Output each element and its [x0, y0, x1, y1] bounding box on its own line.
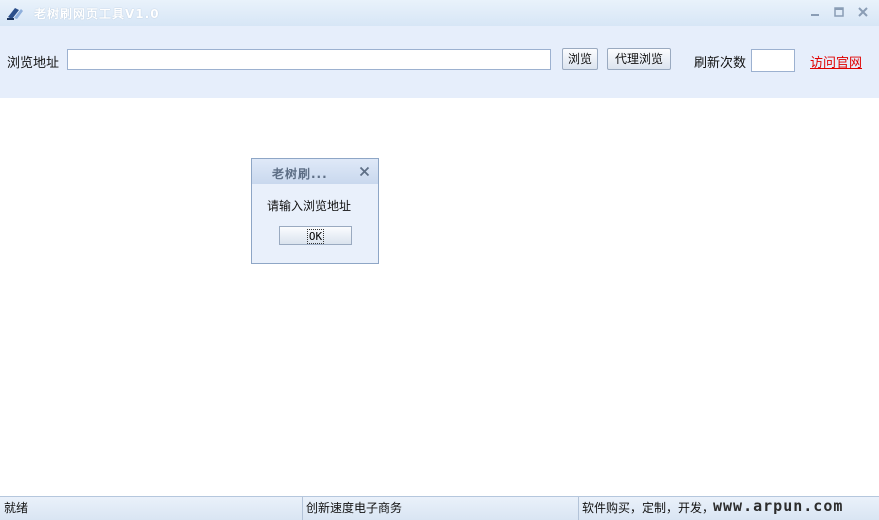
status-divider: [578, 497, 579, 520]
watermark: www.arpun.com: [713, 497, 844, 515]
toolbar: 浏览地址 浏览 代理浏览 刷新次数 访问官网: [0, 26, 879, 98]
browse-button[interactable]: 浏览: [562, 48, 598, 70]
status-bar: 就绪 创新速度电子商务 软件购买，定制，开发， www.arpun.com: [0, 496, 879, 520]
refresh-count-label: 刷新次数: [694, 56, 747, 71]
browser-content[interactable]: [0, 98, 879, 496]
dialog-title: 老树刷...: [272, 167, 328, 181]
status-service: 软件购买，定制，开发，: [582, 501, 715, 515]
message-dialog: 老树刷... 请输入浏览地址 OK: [251, 158, 379, 264]
app-icon: [7, 8, 23, 20]
minimize-icon[interactable]: [808, 5, 822, 19]
status-company: 创新速度电子商务: [306, 501, 403, 515]
proxy-browse-button[interactable]: 代理浏览: [607, 48, 671, 70]
dialog-close-icon[interactable]: [359, 166, 370, 177]
window-title: 老树刷网页工具V1.0: [34, 7, 160, 21]
ok-button-label: OK: [306, 229, 325, 244]
url-input[interactable]: [67, 49, 551, 70]
dialog-title-bar[interactable]: 老树刷...: [252, 159, 378, 184]
close-icon[interactable]: [856, 5, 870, 19]
status-text: 就绪: [4, 501, 29, 515]
ok-button[interactable]: OK: [279, 226, 352, 245]
title-bar: 老树刷网页工具V1.0: [0, 0, 879, 26]
url-label: 浏览地址: [7, 56, 60, 71]
dialog-message: 请输入浏览地址: [267, 199, 352, 213]
status-divider: [302, 497, 303, 520]
refresh-count-input[interactable]: [751, 49, 795, 72]
maximize-icon[interactable]: [832, 5, 846, 19]
visit-site-link[interactable]: 访问官网: [810, 52, 862, 71]
